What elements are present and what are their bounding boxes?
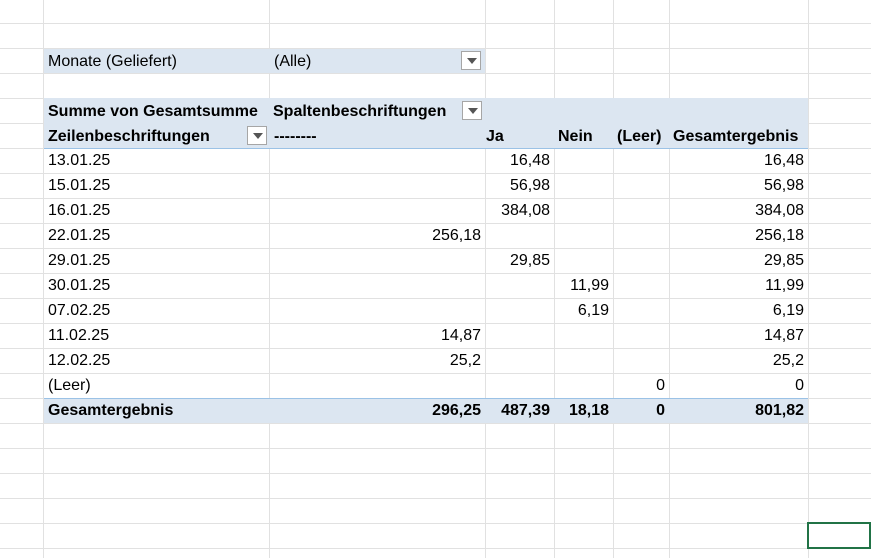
value-field-header[interactable]: Summe von Gesamtsumme [48, 99, 258, 124]
cell-ja[interactable]: 16,48 [486, 148, 550, 173]
cell-leer[interactable] [614, 148, 665, 173]
cell-ja[interactable] [486, 223, 550, 248]
row-label[interactable]: 22.01.25 [48, 223, 110, 248]
grand-total-nein[interactable]: 18,18 [555, 398, 609, 423]
row-label[interactable]: 16.01.25 [48, 198, 110, 223]
cell-dashes[interactable]: 25,2 [270, 348, 481, 373]
cell-ja[interactable] [486, 348, 550, 373]
row-label[interactable]: 13.01.25 [48, 148, 110, 173]
cell-leer[interactable] [614, 323, 665, 348]
cell-ja[interactable] [486, 323, 550, 348]
row-label[interactable]: 12.02.25 [48, 348, 110, 373]
row-labels-header[interactable]: Zeilenbeschriftungen [48, 124, 210, 149]
cell-dashes[interactable]: 256,18 [270, 223, 481, 248]
cell-leer[interactable] [614, 273, 665, 298]
filter-label[interactable]: Monate (Geliefert) [48, 49, 177, 74]
row-label[interactable]: 29.01.25 [48, 248, 110, 273]
cell-nein[interactable]: 6,19 [555, 298, 609, 323]
cell-gesamtergebnis[interactable]: 384,08 [670, 198, 804, 223]
cell-leer[interactable] [614, 223, 665, 248]
column-header-ja[interactable]: Ja [486, 124, 504, 149]
column-labels-header[interactable]: Spaltenbeschriftungen [273, 99, 446, 124]
cell-dashes[interactable] [270, 273, 481, 298]
cell-nein[interactable] [555, 223, 609, 248]
cell-gesamtergebnis[interactable]: 6,19 [670, 298, 804, 323]
cell-nein[interactable] [555, 198, 609, 223]
cell-dashes[interactable] [270, 198, 481, 223]
cell-nein[interactable] [555, 373, 609, 398]
cell-ja[interactable]: 29,85 [486, 248, 550, 273]
cell-gesamtergebnis[interactable]: 29,85 [670, 248, 804, 273]
row-label[interactable]: 15.01.25 [48, 173, 110, 198]
cell-ja[interactable] [486, 273, 550, 298]
cell-nein[interactable] [555, 248, 609, 273]
grand-total-label[interactable]: Gesamtergebnis [48, 398, 173, 423]
cell-gesamtergebnis[interactable]: 56,98 [670, 173, 804, 198]
cell-dashes[interactable] [270, 248, 481, 273]
column-header-dashes[interactable]: -------- [274, 124, 317, 149]
cell-leer[interactable] [614, 298, 665, 323]
column-header-leer[interactable]: (Leer) [617, 124, 661, 149]
cell-nein[interactable] [555, 348, 609, 373]
cell-nein[interactable] [555, 323, 609, 348]
row-label[interactable]: (Leer) [48, 373, 91, 398]
cell-gesamtergebnis[interactable]: 11,99 [670, 273, 804, 298]
cell-dashes[interactable]: 14,87 [270, 323, 481, 348]
cell-leer[interactable] [614, 198, 665, 223]
column-header-gesamtergebnis[interactable]: Gesamtergebnis [673, 124, 798, 149]
cell-ja[interactable]: 56,98 [486, 173, 550, 198]
cell-leer[interactable] [614, 173, 665, 198]
row-labels-dropdown-icon[interactable] [247, 126, 267, 145]
cell-nein[interactable] [555, 173, 609, 198]
cell-dashes[interactable] [270, 298, 481, 323]
cell-gesamtergebnis[interactable]: 16,48 [670, 148, 804, 173]
cell-nein[interactable] [555, 148, 609, 173]
row-label[interactable]: 11.02.25 [48, 323, 109, 348]
cell-dashes[interactable] [270, 148, 481, 173]
row-label[interactable]: 07.02.25 [48, 298, 110, 323]
grand-total-leer[interactable]: 0 [614, 398, 665, 423]
cell-gesamtergebnis[interactable]: 0 [670, 373, 804, 398]
grand-total-ja[interactable]: 487,39 [486, 398, 550, 423]
active-cell[interactable] [807, 522, 871, 549]
column-labels-dropdown-icon[interactable] [462, 101, 482, 120]
cell-ja[interactable]: 384,08 [486, 198, 550, 223]
column-header-nein[interactable]: Nein [558, 124, 593, 149]
grand-total-gesamtergebnis[interactable]: 801,82 [670, 398, 804, 423]
filter-value[interactable]: (Alle) [274, 49, 311, 74]
cell-gesamtergebnis[interactable]: 25,2 [670, 348, 804, 373]
cell-nein[interactable]: 11,99 [555, 273, 609, 298]
filter-dropdown-icon[interactable] [461, 51, 481, 70]
cell-ja[interactable] [486, 298, 550, 323]
cell-dashes[interactable] [270, 173, 481, 198]
cell-leer[interactable]: 0 [614, 373, 665, 398]
cell-gesamtergebnis[interactable]: 14,87 [670, 323, 804, 348]
cell-dashes[interactable] [270, 373, 481, 398]
cell-leer[interactable] [614, 348, 665, 373]
cell-leer[interactable] [614, 248, 665, 273]
cell-gesamtergebnis[interactable]: 256,18 [670, 223, 804, 248]
row-label[interactable]: 30.01.25 [48, 273, 110, 298]
cell-ja[interactable] [486, 373, 550, 398]
grand-total-dashes[interactable]: 296,25 [270, 398, 481, 423]
